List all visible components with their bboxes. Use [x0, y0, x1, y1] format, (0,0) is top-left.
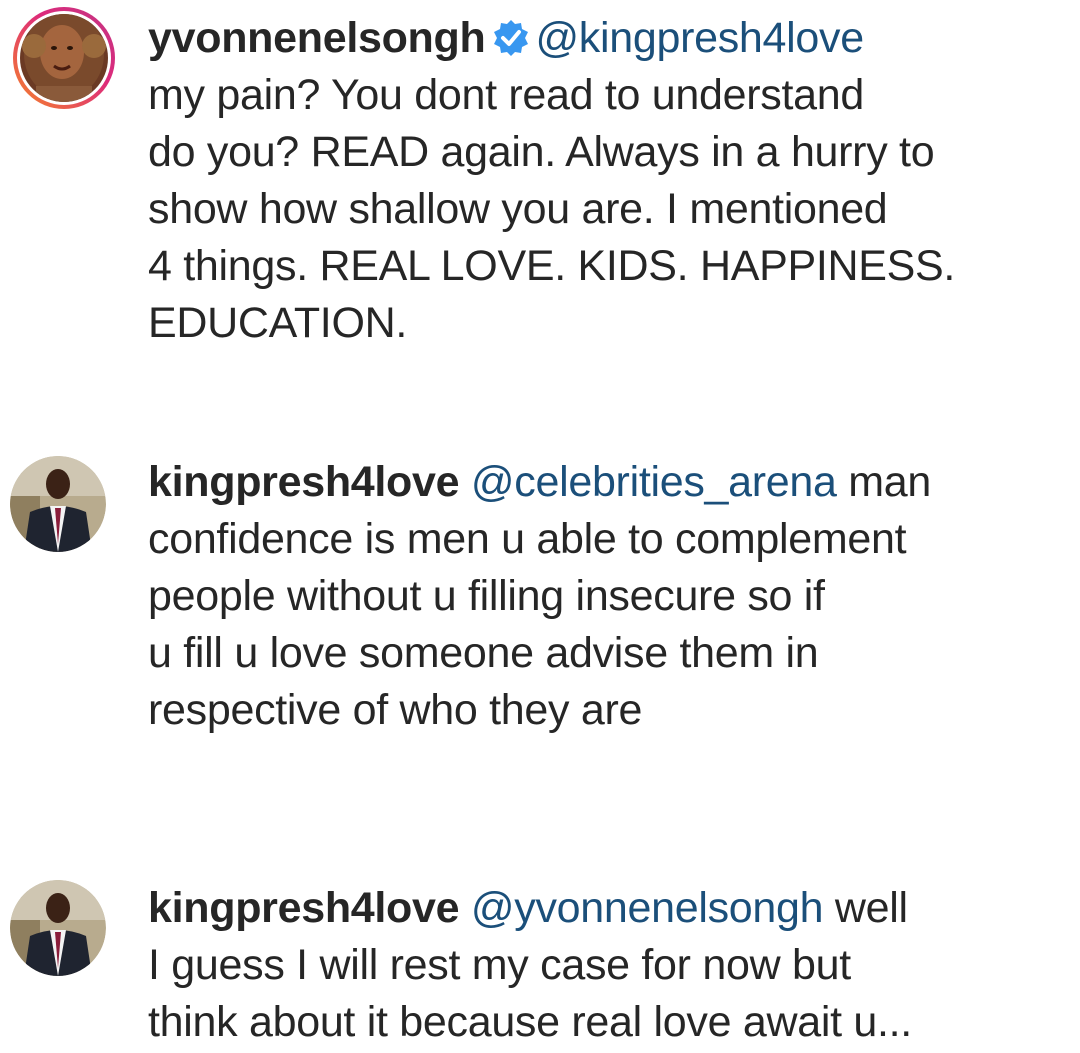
- comment-text: kingpresh4love @celebrities_arena man co…: [148, 454, 1040, 739]
- comment-text: kingpresh4love @yvonnenelsongh well I gu…: [148, 880, 1040, 1051]
- comment-mention[interactable]: @yvonnenelsongh: [471, 884, 824, 932]
- comment-mention[interactable]: @celebrities_arena: [471, 458, 837, 506]
- comment-first-line: kingpresh4love @celebrities_arena man: [148, 454, 1040, 511]
- comment-first-line-rest: well: [823, 884, 908, 932]
- avatar[interactable]: [10, 880, 106, 976]
- comment-line: u fill u love someone advise them in: [148, 629, 819, 677]
- comment-line: respective of who they are: [148, 686, 643, 734]
- comment-username[interactable]: yvonnenelsongh: [148, 14, 486, 62]
- comment-username[interactable]: kingpresh4love: [148, 458, 460, 506]
- comment-line: people without u filling insecure so if: [148, 572, 825, 620]
- avatar[interactable]: [10, 456, 106, 552]
- avatar[interactable]: [12, 6, 116, 110]
- comment-first-line-rest: man: [836, 458, 932, 506]
- verified-badge-icon: [491, 18, 531, 58]
- comment-line: my pain? You dont read to understand: [148, 71, 864, 119]
- comment-username[interactable]: kingpresh4love: [148, 884, 460, 932]
- comment-text: yvonnenelsongh @kingpresh4love my pain? Y…: [148, 10, 1040, 352]
- comment-first-line: kingpresh4love @yvonnenelsongh well: [148, 880, 1040, 937]
- comment-line: confidence is men u able to complement: [148, 515, 907, 563]
- comment-line: I guess I will rest my case for now but: [148, 941, 851, 989]
- comment-line: think about it because real love await u…: [148, 998, 912, 1046]
- comment-line: EDUCATION.: [148, 299, 407, 347]
- comment-line: 4 things. REAL LOVE. KIDS. HAPPINESS.: [148, 242, 956, 290]
- comment-mention[interactable]: @kingpresh4love: [535, 14, 864, 62]
- comment-line: do you? READ again. Always in a hurry to: [148, 128, 935, 176]
- comment-line: show how shallow you are. I mentioned: [148, 185, 888, 233]
- comment-first-line: yvonnenelsongh @kingpresh4love: [148, 10, 1040, 67]
